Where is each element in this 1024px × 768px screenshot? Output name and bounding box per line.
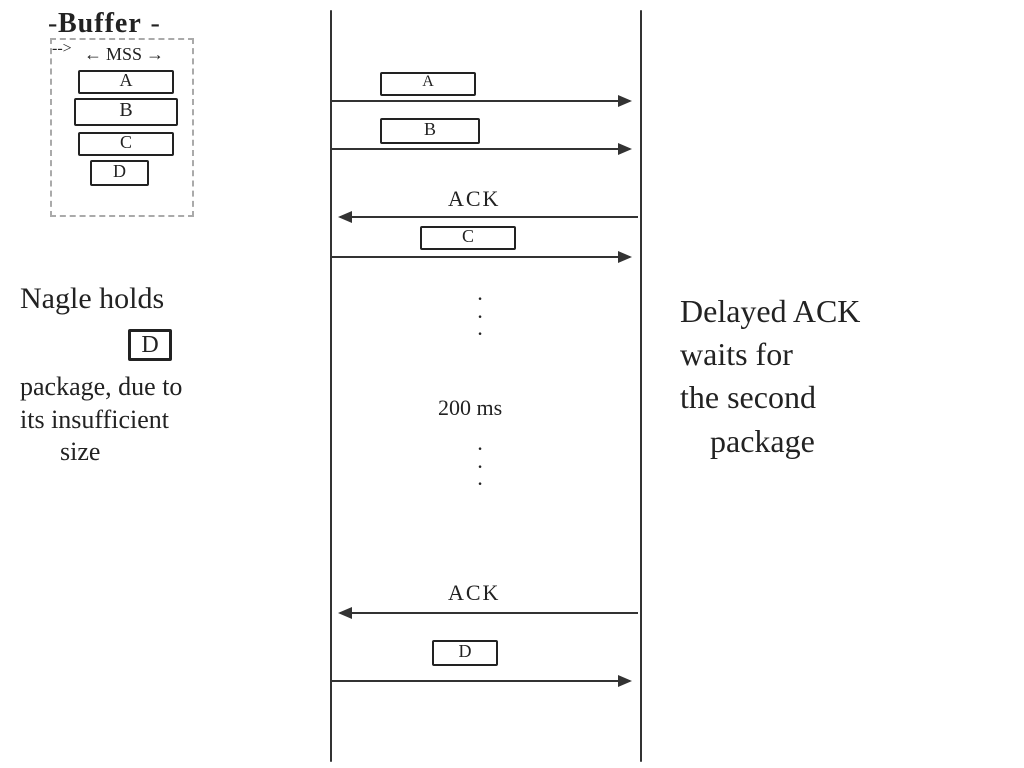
arrow-send-d (332, 680, 630, 682)
buffer-item-b: B (74, 98, 178, 126)
packet-a: A (380, 72, 476, 96)
nagle-note: Nagle holds D package, due to its insuff… (20, 280, 280, 469)
delayed-ack-line3: the second (680, 376, 1010, 419)
arrow-send-b (332, 148, 630, 150)
nagle-note-line4: size (20, 436, 280, 469)
receiver-timeline (640, 10, 642, 762)
packet-c: C (420, 226, 516, 250)
buffer-group: - Buffer - (58, 8, 142, 40)
delayed-ack-line2: waits for (680, 333, 1010, 376)
ack1-label: ACK (448, 186, 500, 212)
buffer-item-d: D (90, 160, 149, 186)
packet-d: D (432, 640, 498, 666)
arrow-send-a (332, 100, 630, 102)
delayed-ack-note: Delayed ACK waits for the second package (680, 290, 1010, 463)
delay-label: 200 ms (438, 395, 502, 421)
arrow-send-c (332, 256, 630, 258)
delayed-ack-line4: package (680, 420, 1010, 463)
buffer-item-c: C (78, 132, 174, 156)
buffer-title: Buffer (58, 8, 142, 39)
arrow-ack1 (340, 216, 638, 218)
buffer-item-a: A (78, 70, 174, 94)
delayed-ack-line1: Delayed ACK (680, 290, 1010, 333)
nagle-note-line3: its insufficient (20, 404, 280, 437)
nagle-boxed-d: D (128, 329, 171, 361)
packet-b: B (380, 118, 480, 144)
wait-dots-top: ··· (470, 290, 490, 343)
nagle-note-line1: Nagle holds (20, 280, 280, 318)
ack2-label: ACK (448, 580, 500, 606)
sender-timeline (330, 10, 332, 762)
mss-label: ← MSS → (74, 44, 174, 65)
nagle-note-line2: package, due to (20, 371, 280, 404)
buffer-box: --> ← MSS → A B C D (50, 38, 194, 217)
wait-dots-bottom: ··· (470, 440, 490, 493)
arrow-ack2 (340, 612, 638, 614)
